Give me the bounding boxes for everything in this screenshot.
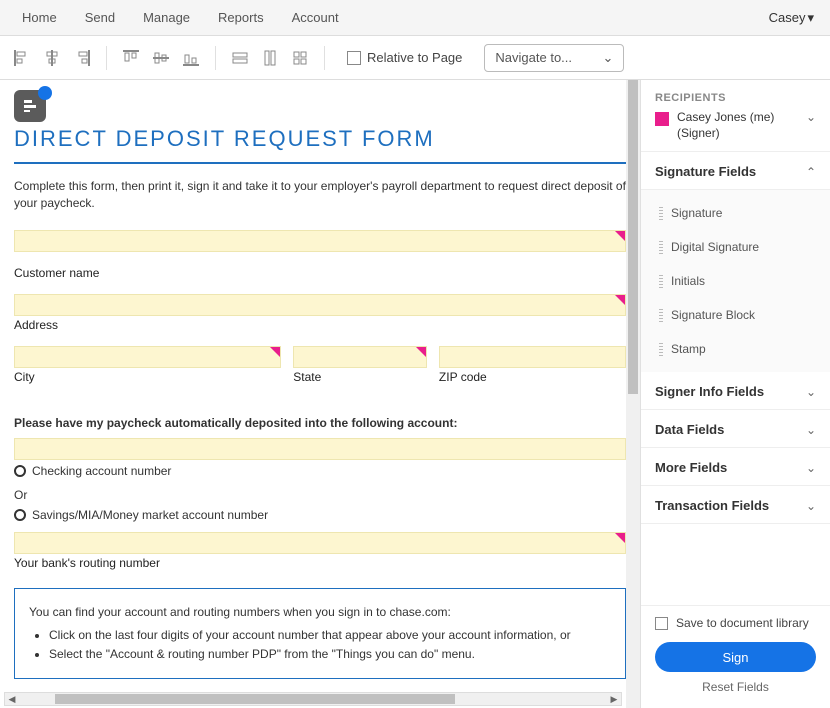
field-customer-name[interactable] [14,294,626,316]
label-customer: Customer name [14,266,626,280]
label-address: Address [14,318,626,332]
chevron-down-icon: ⌄ [806,423,816,437]
recipients-section: RECIPIENTS Casey Jones (me) (Signer) ⌄ [641,80,830,152]
signature-field-list: Signature Digital Signature Initials Sig… [641,190,830,372]
field-state[interactable] [293,346,427,368]
document-content: DIRECT DEPOSIT REQUEST FORM Complete thi… [14,126,626,688]
label-state: State [293,370,427,384]
document-canvas[interactable]: DIRECT DEPOSIT REQUEST FORM Complete thi… [0,80,640,708]
navigate-to-label: Navigate to... [495,50,572,65]
chevron-down-icon: ⌄ [806,461,816,475]
sig-item-stamp[interactable]: Stamp [641,332,830,366]
nav-send[interactable]: Send [71,0,129,36]
checkbox-icon [655,617,668,630]
navigate-to-select[interactable]: Navigate to... ⌄ [484,44,624,72]
top-nav: Home Send Manage Reports Account Casey ▾ [0,0,830,36]
chevron-down-icon: ⌄ [806,110,816,124]
field-city[interactable] [14,346,281,368]
or-text: Or [14,488,626,502]
chevron-down-icon: ▾ [807,10,814,26]
align-top-icon[interactable] [121,48,141,68]
section-signature-fields[interactable]: Signature Fields ⌃ [641,152,830,190]
label-savings: Savings/MIA/Money market account number [32,508,268,522]
horizontal-scrollbar[interactable]: ◀ ▶ [4,692,622,706]
checkbox-icon [347,51,361,65]
scroll-thumb[interactable] [55,694,455,704]
user-menu[interactable]: Casey ▾ [769,10,822,26]
recipient-row[interactable]: Casey Jones (me) (Signer) ⌄ [655,110,816,141]
label-checking: Checking account number [32,464,171,478]
info-box: You can find your account and routing nu… [14,588,626,680]
align-left-icon[interactable] [12,48,32,68]
section-more-fields[interactable]: More Fields ⌄ [641,448,830,486]
chevron-up-icon: ⌃ [806,165,816,179]
radio-icon [14,509,26,521]
label-zip: ZIP code [439,370,626,384]
sig-item-initials[interactable]: Initials [641,264,830,298]
field-zip[interactable] [439,346,626,368]
section-heading: Please have my paycheck automatically de… [14,416,626,430]
bottom-actions: Save to document library Sign Reset Fiel… [641,605,830,708]
info-bullet-1: Click on the last four digits of your ac… [49,626,611,645]
form-mode-badge-icon[interactable] [14,90,46,122]
sig-item-digital[interactable]: Digital Signature [641,230,830,264]
nav-reports[interactable]: Reports [204,0,278,36]
chevron-down-icon: ⌄ [806,499,816,513]
side-panel: RECIPIENTS Casey Jones (me) (Signer) ⌄ S… [640,80,830,708]
nav-manage[interactable]: Manage [129,0,204,36]
scroll-left-arrow[interactable]: ◀ [5,693,19,705]
sig-item-block[interactable]: Signature Block [641,298,830,332]
sign-button[interactable]: Sign [655,642,816,672]
user-name-label: Casey [769,10,806,25]
section-transaction-fields[interactable]: Transaction Fields ⌄ [641,486,830,524]
relative-to-page-label: Relative to Page [367,50,462,65]
chevron-down-icon: ⌄ [806,385,816,399]
sig-item-signature[interactable]: Signature [641,196,830,230]
align-right-icon[interactable] [72,48,92,68]
title-underline [14,162,626,164]
reset-fields-link[interactable]: Reset Fields [655,680,816,694]
radio-checking[interactable]: Checking account number [14,464,626,478]
label-routing: Your bank's routing number [14,556,626,570]
section-signer-info[interactable]: Signer Info Fields ⌄ [641,372,830,410]
chevron-down-icon: ⌄ [603,50,614,66]
align-toolbar: Relative to Page Navigate to... ⌄ [0,36,830,80]
scroll-right-arrow[interactable]: ▶ [607,693,621,705]
label-city: City [14,370,281,384]
section-data-fields[interactable]: Data Fields ⌄ [641,410,830,448]
nav-home[interactable]: Home [8,0,71,36]
recipient-name: Casey Jones (me) (Signer) [677,110,798,141]
radio-icon [14,465,26,477]
radio-savings[interactable]: Savings/MIA/Money market account number [14,508,626,522]
match-both-icon[interactable] [290,48,310,68]
save-to-library-toggle[interactable]: Save to document library [655,616,816,630]
recipients-heading: RECIPIENTS [655,92,816,104]
match-width-icon[interactable] [230,48,250,68]
document-title: DIRECT DEPOSIT REQUEST FORM [14,126,626,152]
align-bottom-icon[interactable] [181,48,201,68]
match-height-icon[interactable] [260,48,280,68]
field-checking[interactable] [14,438,626,460]
vertical-scrollbar[interactable] [626,80,640,708]
field-top-blank[interactable] [14,230,626,252]
align-center-h-icon[interactable] [42,48,62,68]
field-routing[interactable] [14,532,626,554]
relative-to-page-toggle[interactable]: Relative to Page [347,50,462,65]
nav-account[interactable]: Account [278,0,353,36]
align-middle-icon[interactable] [151,48,171,68]
intro-text: Complete this form, then print it, sign … [14,178,626,212]
recipient-color-swatch [655,112,669,126]
save-to-library-label: Save to document library [676,616,809,630]
info-bullet-2: Select the "Account & routing number PDP… [49,645,611,664]
info-lead: You can find your account and routing nu… [29,603,611,622]
